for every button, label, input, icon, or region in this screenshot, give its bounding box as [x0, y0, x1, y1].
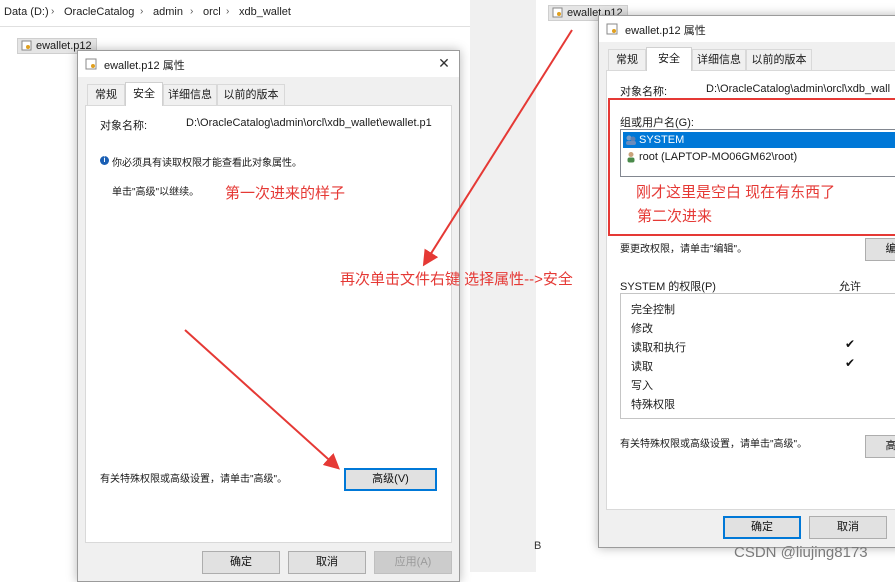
- arrow-to-again: [422, 29, 573, 267]
- watermark: CSDN @liujing8173: [734, 544, 868, 561]
- arrow-to-advanced: [184, 329, 340, 470]
- annotation-arrows: [184, 29, 573, 470]
